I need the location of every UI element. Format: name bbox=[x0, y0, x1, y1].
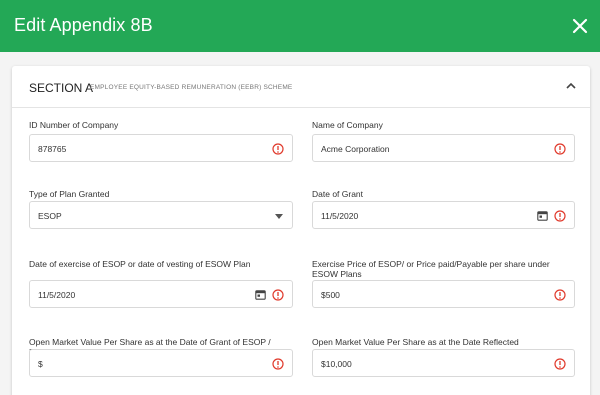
company-id-label: ID Number of Company bbox=[29, 120, 119, 130]
grant-date-label: Date of Grant bbox=[312, 189, 364, 199]
plan-type-label: Type of Plan Granted bbox=[29, 189, 110, 199]
exercise-date-value: 11/5/2020 bbox=[38, 290, 76, 300]
section-subtitle: EMPLOYEE EQUITY-BASED REMUNERATION (EEBR… bbox=[90, 84, 293, 91]
exercise-date-input[interactable]: 11/5/2020 bbox=[29, 280, 293, 308]
error-icon bbox=[554, 289, 566, 301]
error-icon bbox=[272, 143, 284, 155]
dialog-title: Edit Appendix 8B bbox=[14, 15, 153, 35]
chevron-up-icon[interactable] bbox=[565, 81, 577, 91]
section-title: SECTION A bbox=[29, 81, 94, 95]
calendar-icon[interactable] bbox=[537, 210, 548, 221]
omv-grant-input[interactable]: $ bbox=[29, 349, 293, 377]
company-id-input[interactable]: 878765 bbox=[29, 134, 293, 162]
error-icon bbox=[272, 358, 284, 370]
omv-reflected-input[interactable]: $10,000 bbox=[312, 349, 575, 377]
exercise-price-input[interactable]: $500 bbox=[312, 280, 575, 308]
omv-reflected-value: $10,000 bbox=[321, 359, 352, 369]
plan-type-value: ESOP bbox=[38, 211, 62, 221]
omv-reflected-label: Open Market Value Per Share as at the Da… bbox=[312, 337, 519, 347]
dialog-header: Edit Appendix 8B bbox=[0, 0, 600, 52]
exercise-price-value: $500 bbox=[321, 290, 340, 300]
exercise-price-label: Exercise Price of ESOP/ or Price paid/Pa… bbox=[312, 259, 550, 279]
error-icon bbox=[272, 289, 284, 301]
grant-date-value: 11/5/2020 bbox=[321, 211, 359, 221]
omv-grant-value: $ bbox=[38, 359, 43, 369]
grant-date-input[interactable]: 11/5/2020 bbox=[312, 201, 575, 229]
error-icon bbox=[554, 143, 566, 155]
section-header[interactable]: SECTION A EMPLOYEE EQUITY-BASED REMUNERA… bbox=[12, 66, 590, 108]
error-icon bbox=[554, 210, 566, 222]
section-a-card: SECTION A EMPLOYEE EQUITY-BASED REMUNERA… bbox=[12, 66, 590, 395]
company-name-input[interactable]: Acme Corporation bbox=[312, 134, 575, 162]
dropdown-caret-icon bbox=[275, 214, 283, 219]
exercise-date-label: Date of exercise of ESOP or date of vest… bbox=[29, 259, 251, 269]
error-icon bbox=[554, 358, 566, 370]
calendar-icon[interactable] bbox=[255, 289, 266, 300]
company-name-value: Acme Corporation bbox=[321, 144, 390, 154]
company-name-label: Name of Company bbox=[312, 120, 383, 130]
company-id-value: 878765 bbox=[38, 144, 67, 154]
close-icon[interactable] bbox=[570, 16, 590, 36]
plan-type-select[interactable]: ESOP bbox=[29, 201, 293, 229]
